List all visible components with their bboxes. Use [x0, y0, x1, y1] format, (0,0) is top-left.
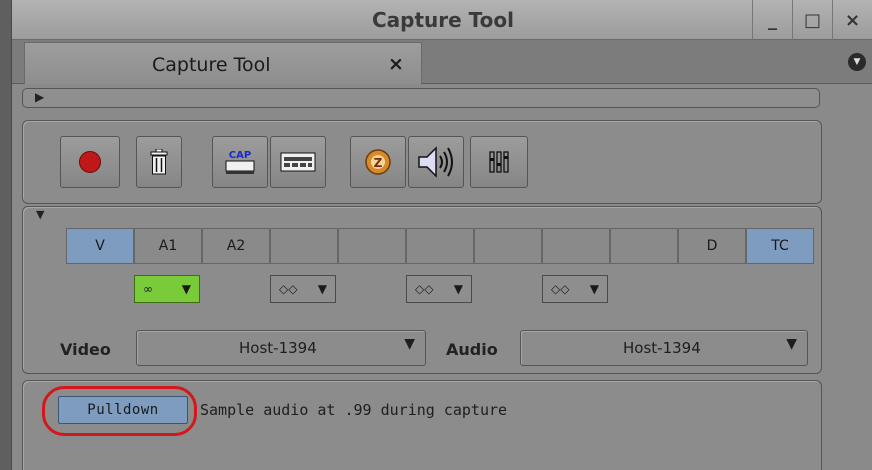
- tab-menu-button[interactable]: ▼: [842, 46, 872, 78]
- record-icon: [79, 151, 101, 173]
- chevron-down-icon: ▼: [404, 336, 415, 352]
- audio-source-select[interactable]: Host-1394 ▼: [520, 330, 808, 366]
- audio-source-label: Audio: [446, 340, 498, 359]
- maximize-icon: □: [803, 9, 821, 31]
- trash-button[interactable]: [136, 136, 182, 188]
- link-icon: ∞: [143, 282, 153, 296]
- chevron-down-icon: ▼: [848, 53, 866, 71]
- track-button-empty-4[interactable]: [338, 228, 406, 264]
- svg-text:CAP: CAP: [229, 150, 251, 161]
- track-button-tc[interactable]: TC: [746, 228, 814, 264]
- chevron-down-icon: ▼: [181, 282, 191, 296]
- deck-button[interactable]: [270, 136, 326, 188]
- track-label: V: [95, 238, 105, 254]
- chevron-down-icon: ▼: [453, 282, 463, 296]
- window-left-edge: [0, 0, 12, 470]
- track-button-empty-5[interactable]: [406, 228, 474, 264]
- tab-label: Capture Tool: [152, 54, 271, 76]
- title-bar: Capture Tool _ □ ×: [12, 0, 872, 40]
- audio-pair-dropdown-1[interactable]: ∞ ▼: [134, 275, 200, 303]
- speaker-icon: [418, 146, 453, 178]
- pulldown-description: Sample audio at .99 during capture: [200, 401, 508, 419]
- minimize-button[interactable]: _: [752, 0, 792, 40]
- cap-icon: CAP: [225, 150, 255, 174]
- track-label: D: [706, 238, 718, 254]
- track-button-d[interactable]: D: [678, 228, 746, 264]
- record-button[interactable]: [60, 136, 120, 188]
- tab-row: Capture Tool × ▼: [12, 40, 872, 84]
- track-button-v[interactable]: V: [66, 228, 134, 264]
- audio-pair-dropdown-4[interactable]: ◇◇ ▼: [542, 275, 608, 303]
- capture-mode-button[interactable]: CAP: [212, 136, 268, 188]
- chevron-down-icon: ▼: [786, 336, 797, 352]
- collapsed-panel-expander[interactable]: ▶: [22, 88, 820, 108]
- minimize-icon: _: [768, 9, 777, 31]
- track-button-empty-7[interactable]: [542, 228, 610, 264]
- capture-tool-window: Capture Tool _ □ × Capture Tool × ▼ ▶ CA…: [0, 0, 872, 470]
- close-icon: ×: [844, 9, 861, 31]
- audio-pair-dropdown-3[interactable]: ◇◇ ▼: [406, 275, 472, 303]
- mixer-icon: [489, 151, 509, 173]
- close-window-button[interactable]: ×: [832, 0, 872, 40]
- deck-icon: [280, 152, 316, 172]
- track-label: A1: [158, 238, 178, 254]
- track-button-empty-8[interactable]: [610, 228, 678, 264]
- audio-tool-button[interactable]: [408, 136, 464, 188]
- highlight-annotation-ring: [42, 386, 197, 436]
- chevron-down-icon: ▼: [317, 282, 327, 296]
- track-label: TC: [771, 238, 789, 254]
- chevron-down-icon: ▼: [589, 282, 599, 296]
- track-button-empty-3[interactable]: [270, 228, 338, 264]
- maximize-button[interactable]: □: [792, 0, 832, 40]
- unlink-icon: ◇◇: [551, 282, 570, 296]
- track-button-a2[interactable]: A2: [202, 228, 270, 264]
- video-source-value: Host-1394: [239, 339, 317, 357]
- audio-mixer-button[interactable]: [470, 136, 528, 188]
- trash-icon: [150, 149, 168, 175]
- track-button-empty-6[interactable]: [474, 228, 542, 264]
- tab-capture-tool[interactable]: Capture Tool ×: [24, 42, 422, 84]
- video-source-select[interactable]: Host-1394 ▼: [136, 330, 426, 366]
- video-source-label: Video: [60, 340, 111, 359]
- audio-source-value: Host-1394: [623, 339, 701, 357]
- unlink-icon: ◇◇: [279, 282, 298, 296]
- track-label: A2: [226, 238, 246, 254]
- tape-icon: Z: [365, 149, 391, 175]
- tab-close-icon[interactable]: ×: [388, 53, 404, 75]
- tape-button[interactable]: Z: [350, 136, 406, 188]
- audio-pair-dropdown-2[interactable]: ◇◇ ▼: [270, 275, 336, 303]
- collapse-triangle-icon[interactable]: ▼: [36, 208, 44, 221]
- svg-text:Z: Z: [374, 156, 383, 170]
- window-title: Capture Tool: [372, 8, 515, 32]
- expand-triangle-icon: ▶: [35, 90, 45, 104]
- track-button-a1[interactable]: A1: [134, 228, 202, 264]
- unlink-icon: ◇◇: [415, 282, 434, 296]
